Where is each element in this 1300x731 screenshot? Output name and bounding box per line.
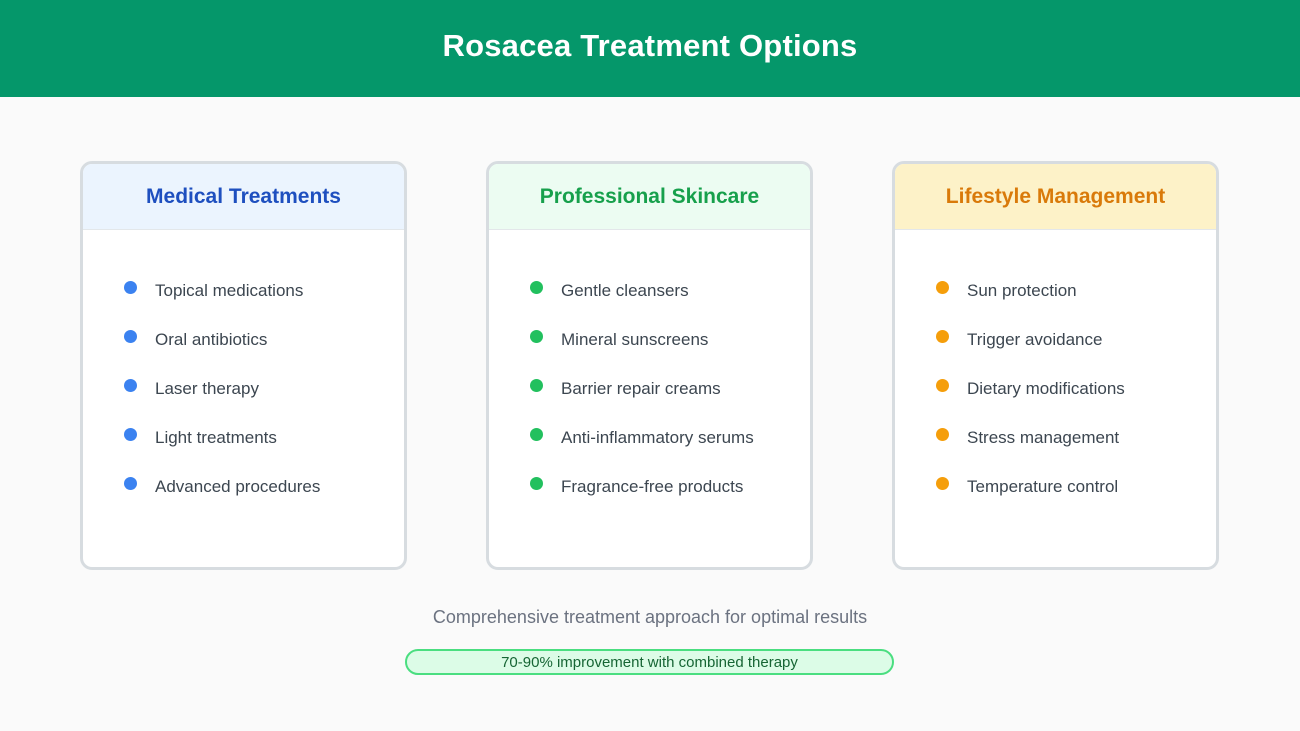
list-item: Oral antibiotics	[83, 315, 404, 364]
list-item: Temperature control	[895, 462, 1216, 511]
bullet-dot-icon	[936, 428, 949, 441]
bullet-dot-icon	[124, 428, 137, 441]
card-heading: Professional Skincare	[539, 184, 760, 208]
bullet-dot-icon	[530, 330, 543, 343]
list-item-label: Barrier repair creams	[561, 378, 721, 398]
list-item-label: Laser therapy	[155, 378, 259, 398]
card-heading: Medical Treatments	[146, 184, 341, 208]
list-item: Trigger avoidance	[895, 315, 1216, 364]
list-item-label: Temperature control	[967, 476, 1119, 496]
list-item: Stress management	[895, 413, 1216, 462]
list-item: Mineral sunscreens	[489, 315, 810, 364]
list-item: Barrier repair creams	[489, 364, 810, 413]
card-lifestyle-management: Lifestyle Management Sun protection Trig…	[892, 161, 1219, 570]
list-item-label: Topical medications	[155, 280, 304, 300]
bullet-dot-icon	[530, 281, 543, 294]
bullet-dot-icon	[530, 379, 543, 392]
card-header: Lifestyle Management	[895, 164, 1216, 230]
list-item-label: Light treatments	[155, 427, 277, 447]
bullet-dot-icon	[936, 379, 949, 392]
bullet-dot-icon	[936, 281, 949, 294]
list-item: Advanced procedures	[83, 462, 404, 511]
bullet-dot-icon	[124, 477, 137, 490]
card-medical-treatments: Medical Treatments Topical medications O…	[80, 161, 407, 570]
list-item-label: Oral antibiotics	[155, 329, 268, 349]
bullet-dot-icon	[936, 330, 949, 343]
card-header: Professional Skincare	[489, 164, 810, 230]
header-bar: Rosacea Treatment Options	[0, 0, 1300, 97]
page-title: Rosacea Treatment Options	[442, 27, 858, 63]
list-item: Dietary modifications	[895, 364, 1216, 413]
list-item-label: Fragrance-free products	[561, 476, 744, 496]
bullet-dot-icon	[936, 477, 949, 490]
list-item-label: Gentle cleansers	[561, 280, 689, 300]
list-item: Sun protection	[895, 266, 1216, 315]
improvement-badge: 70-90% improvement with combined therapy	[405, 649, 894, 675]
list-item-label: Anti-inflammatory serums	[561, 427, 754, 447]
list-item: Gentle cleansers	[489, 266, 810, 315]
bullet-dot-icon	[530, 477, 543, 490]
bullet-dot-icon	[530, 428, 543, 441]
list-item-label: Advanced procedures	[155, 476, 321, 496]
list-item-label: Stress management	[967, 427, 1120, 447]
list-item: Light treatments	[83, 413, 404, 462]
bullet-dot-icon	[124, 330, 137, 343]
card-professional-skincare: Professional Skincare Gentle cleansers M…	[486, 161, 813, 570]
list-item-label: Mineral sunscreens	[561, 329, 709, 349]
bullet-dot-icon	[124, 281, 137, 294]
list-item: Laser therapy	[83, 364, 404, 413]
list-item-label: Trigger avoidance	[967, 329, 1103, 349]
card-heading: Lifestyle Management	[945, 184, 1166, 208]
list-item-label: Sun protection	[967, 280, 1077, 300]
list-item-label: Dietary modifications	[967, 378, 1125, 398]
treatment-list: Topical medications Oral antibiotics Las…	[83, 230, 404, 511]
treatment-list: Sun protection Trigger avoidance Dietary…	[895, 230, 1216, 511]
bullet-dot-icon	[124, 379, 137, 392]
list-item: Topical medications	[83, 266, 404, 315]
list-item: Fragrance-free products	[489, 462, 810, 511]
footer-caption: Comprehensive treatment approach for opt…	[432, 607, 868, 627]
card-header: Medical Treatments	[83, 164, 404, 230]
list-item: Anti-inflammatory serums	[489, 413, 810, 462]
treatment-list: Gentle cleansers Mineral sunscreens Barr…	[489, 230, 810, 511]
